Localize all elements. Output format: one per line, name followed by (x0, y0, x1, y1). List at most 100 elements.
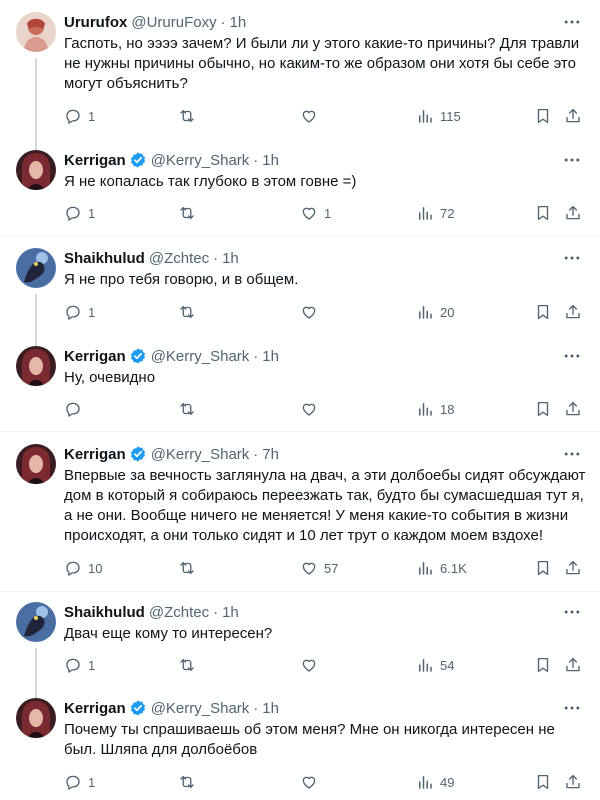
like-button[interactable] (300, 772, 324, 792)
author-name[interactable]: Kerrigan (64, 446, 126, 463)
avatar[interactable] (16, 346, 56, 386)
author-handle[interactable]: @Kerry_Shark (151, 446, 250, 463)
views-count: 6.1K (440, 560, 467, 576)
more-dots-icon[interactable] (562, 248, 582, 268)
avatar[interactable] (16, 150, 56, 190)
author-handle[interactable]: @Kerry_Shark (151, 348, 250, 365)
timestamp[interactable]: 1h (262, 152, 279, 169)
views-button[interactable]: 49 (416, 772, 454, 792)
reply-button[interactable]: 10 (64, 558, 102, 578)
views-button[interactable]: 6.1K (416, 558, 467, 578)
like-button[interactable]: 1 (300, 203, 331, 223)
heart-icon (300, 400, 318, 418)
views-button[interactable]: 72 (416, 203, 454, 223)
like-button[interactable] (300, 399, 324, 419)
avatar[interactable] (16, 698, 56, 738)
author-name[interactable]: Kerrigan (64, 700, 126, 717)
timestamp[interactable]: 1h (222, 250, 239, 267)
bookmark-button[interactable] (534, 772, 552, 792)
bookmark-button[interactable] (534, 302, 552, 322)
author-handle[interactable]: @Kerry_Shark (151, 700, 250, 717)
avatar[interactable] (16, 444, 56, 484)
tweet-text: Гаспоть, но ээээ зачем? И были ли у этог… (64, 35, 580, 92)
share-icon (564, 656, 582, 674)
thread-line (35, 294, 37, 348)
share-icon (564, 107, 582, 125)
views-button[interactable]: 115 (416, 106, 461, 126)
retweet-button[interactable] (178, 203, 202, 223)
like-button[interactable] (300, 302, 324, 322)
bookmark-icon (534, 773, 552, 791)
reply-count: 1 (88, 657, 96, 673)
views-chart-icon (416, 400, 434, 418)
reply-button[interactable] (64, 399, 88, 419)
bookmark-button[interactable] (534, 399, 552, 419)
views-button[interactable]: 54 (416, 655, 454, 675)
author-name[interactable]: Ururufox (64, 14, 127, 31)
bookmark-icon (534, 107, 552, 125)
share-button[interactable] (564, 772, 582, 792)
author-handle[interactable]: @Zchtec (149, 604, 209, 621)
action-bar: 1 54 (64, 655, 584, 675)
share-button[interactable] (564, 302, 582, 322)
more-dots-icon[interactable] (562, 698, 582, 718)
timestamp[interactable]: 7h (262, 446, 279, 463)
reply-button[interactable]: 1 (64, 106, 95, 126)
bookmark-button[interactable] (534, 203, 552, 223)
more-dots-icon[interactable] (562, 150, 582, 170)
avatar[interactable] (16, 248, 56, 288)
share-button[interactable] (564, 106, 582, 126)
share-button[interactable] (564, 203, 582, 223)
reply-button[interactable]: 1 (64, 203, 95, 223)
more-dots-icon[interactable] (562, 346, 582, 366)
retweet-button[interactable] (178, 106, 202, 126)
retweet-button[interactable] (178, 772, 202, 792)
views-chart-icon (416, 773, 434, 791)
tweet-text: Двач еще кому то интересен? (64, 625, 273, 642)
views-count: 115 (440, 108, 461, 124)
bookmark-button[interactable] (534, 558, 552, 578)
share-button[interactable] (564, 655, 582, 675)
divider (0, 591, 600, 592)
like-button[interactable] (300, 655, 324, 675)
timestamp[interactable]: 1h (230, 14, 247, 31)
retweet-button[interactable] (178, 302, 202, 322)
reply-button[interactable]: 1 (64, 302, 95, 322)
share-icon (564, 559, 582, 577)
share-button[interactable] (564, 399, 582, 419)
share-button[interactable] (564, 558, 582, 578)
separator-dot: · (213, 603, 219, 621)
author-name[interactable]: Kerrigan (64, 152, 126, 169)
separator-dot: · (213, 249, 219, 267)
heart-icon (300, 107, 318, 125)
retweet-button[interactable] (178, 558, 202, 578)
avatar[interactable] (16, 602, 56, 642)
verified-badge-icon (129, 347, 147, 365)
reply-button[interactable]: 1 (64, 772, 95, 792)
more-dots-icon[interactable] (562, 444, 582, 464)
bookmark-button[interactable] (534, 655, 552, 675)
retweet-button[interactable] (178, 399, 202, 419)
author-name[interactable]: Kerrigan (64, 348, 126, 365)
timestamp[interactable]: 1h (262, 348, 279, 365)
author-name[interactable]: Shaikhulud (64, 250, 145, 267)
like-button[interactable] (300, 106, 324, 126)
author-name[interactable]: Shaikhulud (64, 604, 145, 621)
retweet-icon (178, 656, 196, 674)
reply-icon (64, 559, 82, 577)
retweet-button[interactable] (178, 655, 202, 675)
author-handle[interactable]: @Kerry_Shark (151, 152, 250, 169)
more-dots-icon[interactable] (562, 12, 582, 32)
author-handle[interactable]: @Zchtec (149, 250, 209, 267)
like-button[interactable]: 57 (300, 558, 338, 578)
author-handle[interactable]: @UruruFoxy (131, 14, 216, 31)
avatar[interactable] (16, 12, 56, 52)
divider (0, 236, 600, 237)
views-button[interactable]: 20 (416, 302, 454, 322)
reply-button[interactable]: 1 (64, 655, 95, 675)
timestamp[interactable]: 1h (222, 604, 239, 621)
more-dots-icon[interactable] (562, 602, 582, 622)
bookmark-button[interactable] (534, 106, 552, 126)
timestamp[interactable]: 1h (262, 700, 279, 717)
views-button[interactable]: 18 (416, 399, 454, 419)
